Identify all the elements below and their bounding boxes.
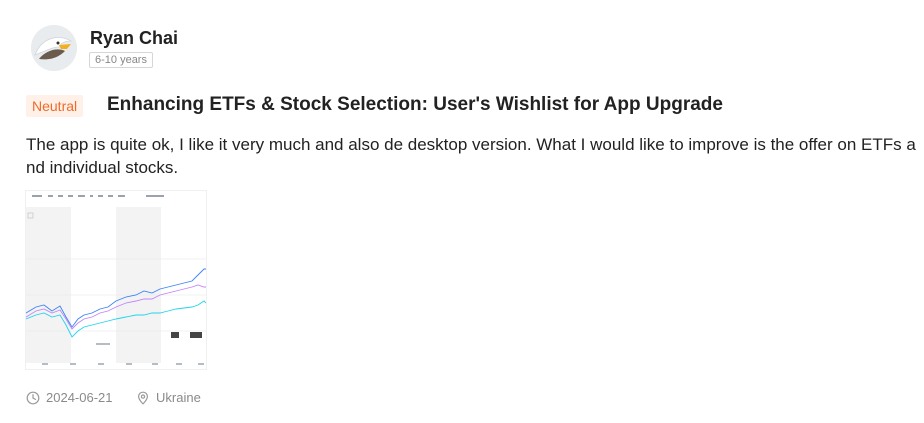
review-location: Ukraine [136, 390, 201, 405]
chart-thumbnail-image [25, 191, 207, 369]
screenshot-thumbnail[interactable] [25, 190, 207, 370]
clock-icon [26, 391, 40, 404]
user-name[interactable]: Ryan Chai [90, 28, 178, 49]
review-date: 2024-06-21 [26, 390, 113, 405]
sentiment-badge: Neutral [26, 95, 84, 117]
eagle-avatar-icon [31, 25, 77, 71]
review-location-text: Ukraine [156, 390, 201, 405]
review-body: The app is quite ok, I like it very much… [26, 135, 916, 177]
review-title: Enhancing ETFs & Stock Selection: User's… [107, 94, 723, 115]
experience-badge: 6-10 years [89, 52, 153, 68]
user-avatar[interactable] [31, 25, 77, 71]
location-pin-icon [137, 391, 149, 405]
review-date-text: 2024-06-21 [46, 390, 113, 405]
